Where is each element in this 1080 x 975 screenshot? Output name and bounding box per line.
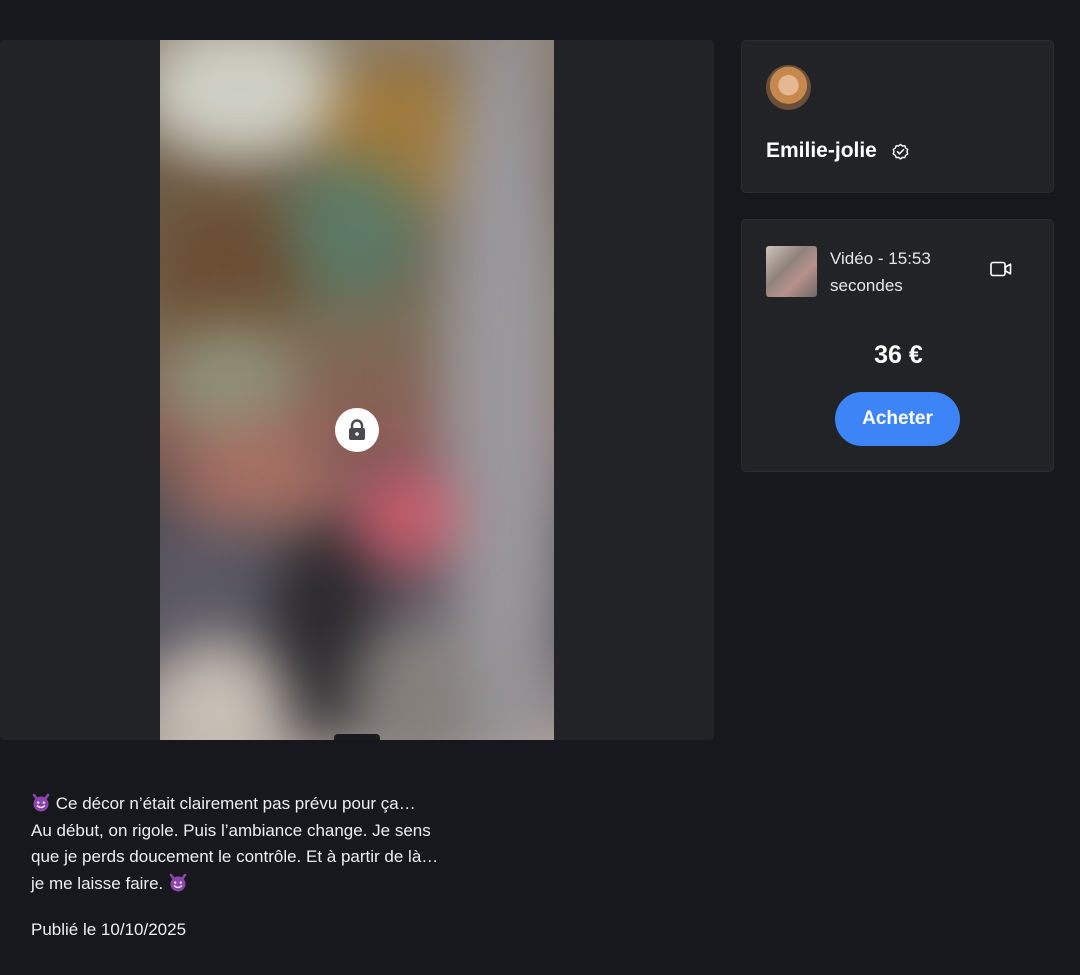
video-camera-icon (990, 261, 1012, 277)
creator-name[interactable]: Emilie-jolie (766, 139, 877, 163)
description-line-2: Au début, on rigole. Puis l’ambiance cha… (31, 820, 439, 893)
creator-card: Emilie-jolie (741, 40, 1054, 193)
price: 36 € (874, 341, 923, 369)
creator-name-row[interactable]: Emilie-jolie (766, 139, 910, 163)
verified-check-icon (892, 143, 909, 160)
blurred-video-preview[interactable] (160, 40, 554, 740)
lock-icon (349, 419, 365, 440)
smiling-devil-emoji-icon (169, 873, 187, 891)
smiling-devil-emoji-icon (32, 793, 50, 812)
post-description: Ce décor n’était clairement pas prévu po… (31, 791, 451, 897)
buy-button[interactable]: Acheter (835, 392, 960, 446)
avatar[interactable] (766, 65, 811, 110)
purchase-card: Vidéo - 15:53 secondes 36 € Acheter (741, 219, 1054, 472)
item-title: Vidéo - 15:53 secondes (830, 249, 931, 295)
published-date: Publié le 10/10/2025 (31, 920, 187, 939)
lock-button[interactable] (335, 408, 379, 452)
blurred-image (160, 40, 554, 740)
video-thumbnail (766, 246, 817, 297)
media-panel: 1 (0, 40, 714, 740)
media-count-badge: 1 (334, 734, 380, 740)
description-line-1: Ce décor n’était clairement pas prévu po… (55, 794, 416, 813)
